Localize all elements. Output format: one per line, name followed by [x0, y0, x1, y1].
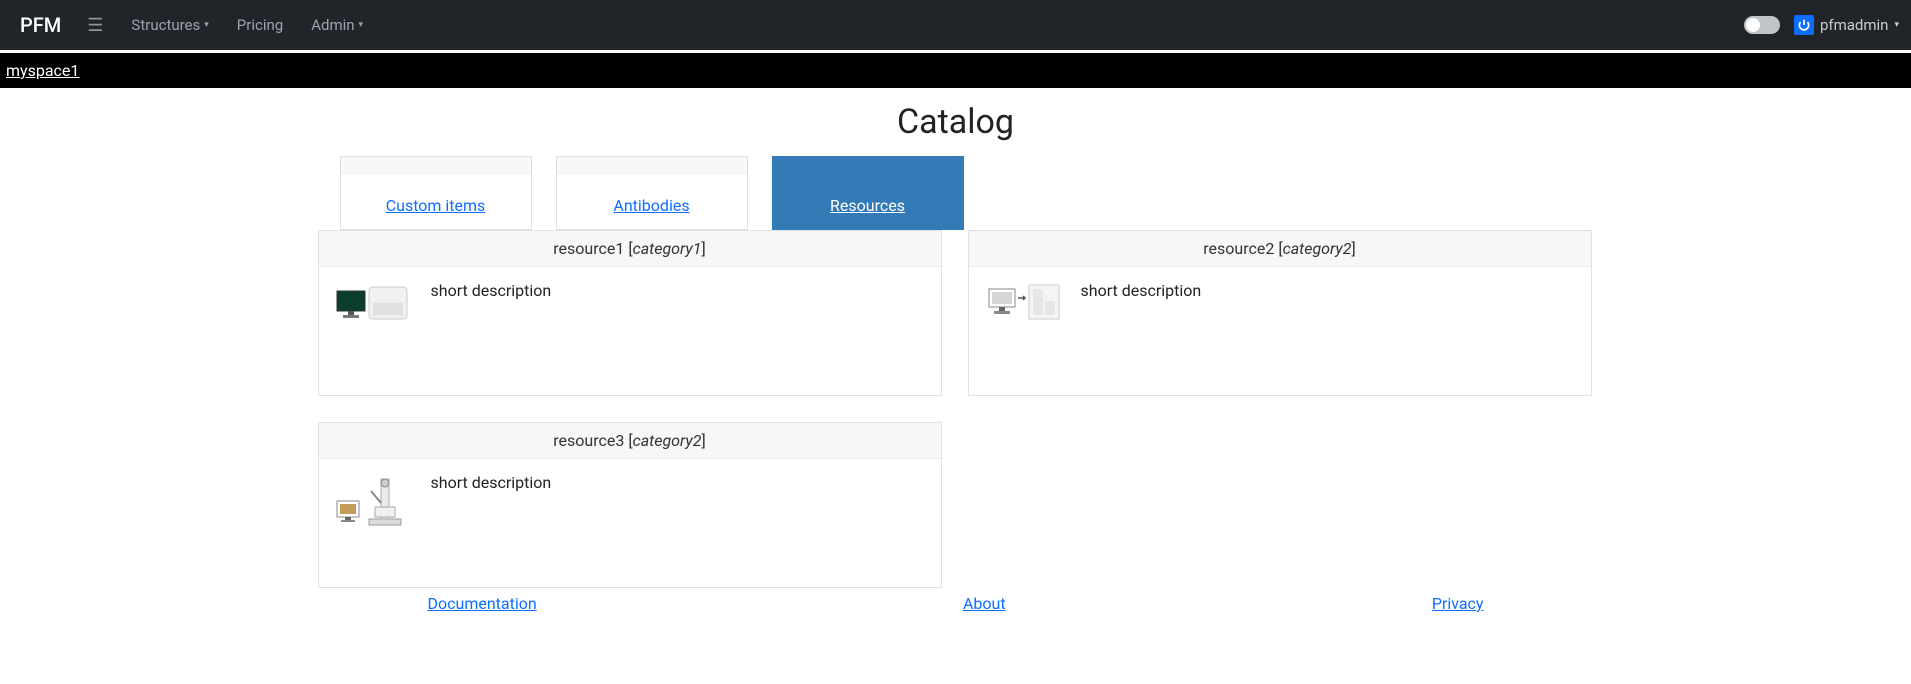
resource-thumbnail	[335, 473, 413, 533]
tab-custom-items[interactable]: Custom items	[340, 156, 532, 230]
resource-card[interactable]: resource3 [category2]	[318, 422, 942, 588]
chevron-down-icon: ▾	[204, 20, 209, 30]
card-category: category1	[633, 239, 702, 258]
theme-toggle[interactable]	[1744, 16, 1780, 34]
resource-cards: resource1 [category1] short description	[318, 230, 1594, 588]
bracket-close: ]	[701, 431, 705, 450]
resource-card[interactable]: resource2 [category2] sho	[968, 230, 1592, 396]
footer-privacy[interactable]: Privacy	[1432, 594, 1484, 613]
card-description: short description	[431, 281, 552, 379]
breadcrumb-bar: myspace1	[0, 53, 1911, 88]
footer-about[interactable]: About	[963, 594, 1006, 613]
card-name: resource3	[553, 431, 624, 450]
card-body: short description	[319, 459, 941, 587]
nav-admin[interactable]: Admin ▾	[301, 16, 373, 34]
card-header: resource1 [category1]	[319, 231, 941, 267]
tab-antibodies[interactable]: Antibodies	[556, 156, 748, 230]
resource-thumbnail	[985, 281, 1063, 341]
card-header: resource3 [category2]	[319, 423, 941, 459]
main-container: Catalog Custom items Antibodies Resource…	[306, 88, 1606, 633]
card-header: resource2 [category2]	[969, 231, 1591, 267]
nav-admin-label: Admin	[311, 16, 354, 34]
resource-card[interactable]: resource1 [category1] short description	[318, 230, 942, 396]
card-name: resource1	[553, 239, 624, 258]
card-body: short description	[319, 267, 941, 395]
tab-resources[interactable]: Resources	[772, 156, 964, 230]
footer-documentation[interactable]: Documentation	[428, 594, 537, 613]
chevron-down-icon: ▾	[359, 20, 364, 30]
card-name: resource2	[1203, 239, 1274, 258]
card-description: short description	[1081, 281, 1202, 379]
page-title: Catalog	[318, 102, 1594, 142]
bracket-close: ]	[701, 239, 705, 258]
nav-structures[interactable]: Structures ▾	[121, 16, 218, 34]
catalog-tabs: Custom items Antibodies Resources	[340, 156, 1594, 230]
nav-structures-label: Structures	[131, 16, 200, 34]
footer-links: Documentation About Privacy	[318, 594, 1594, 613]
navbar-right: pfmadmin ▾	[1744, 15, 1899, 35]
user-name: pfmadmin	[1820, 16, 1889, 34]
card-description: short description	[431, 473, 552, 571]
user-menu[interactable]: pfmadmin ▾	[1794, 15, 1899, 35]
power-icon	[1794, 15, 1814, 35]
chevron-down-icon: ▾	[1894, 20, 1899, 30]
top-navbar: PFM ☰ Structures ▾ Pricing Admin ▾ pfmad…	[0, 0, 1911, 50]
brand-logo[interactable]: PFM	[12, 13, 69, 37]
card-body: short description	[969, 267, 1591, 395]
breadcrumb-space[interactable]: myspace1	[6, 61, 79, 80]
bracket-close: ]	[1351, 239, 1355, 258]
navbar-left: PFM ☰ Structures ▾ Pricing Admin ▾	[12, 13, 373, 37]
menu-icon[interactable]: ☰	[77, 15, 113, 36]
resource-thumbnail	[335, 281, 413, 341]
tab-resources-label: Resources	[830, 196, 905, 215]
tab-custom-items-label: Custom items	[386, 196, 486, 215]
card-category: category2	[1283, 239, 1352, 258]
nav-pricing[interactable]: Pricing	[227, 16, 293, 34]
card-category: category2	[633, 431, 702, 450]
tab-antibodies-label: Antibodies	[613, 196, 689, 215]
